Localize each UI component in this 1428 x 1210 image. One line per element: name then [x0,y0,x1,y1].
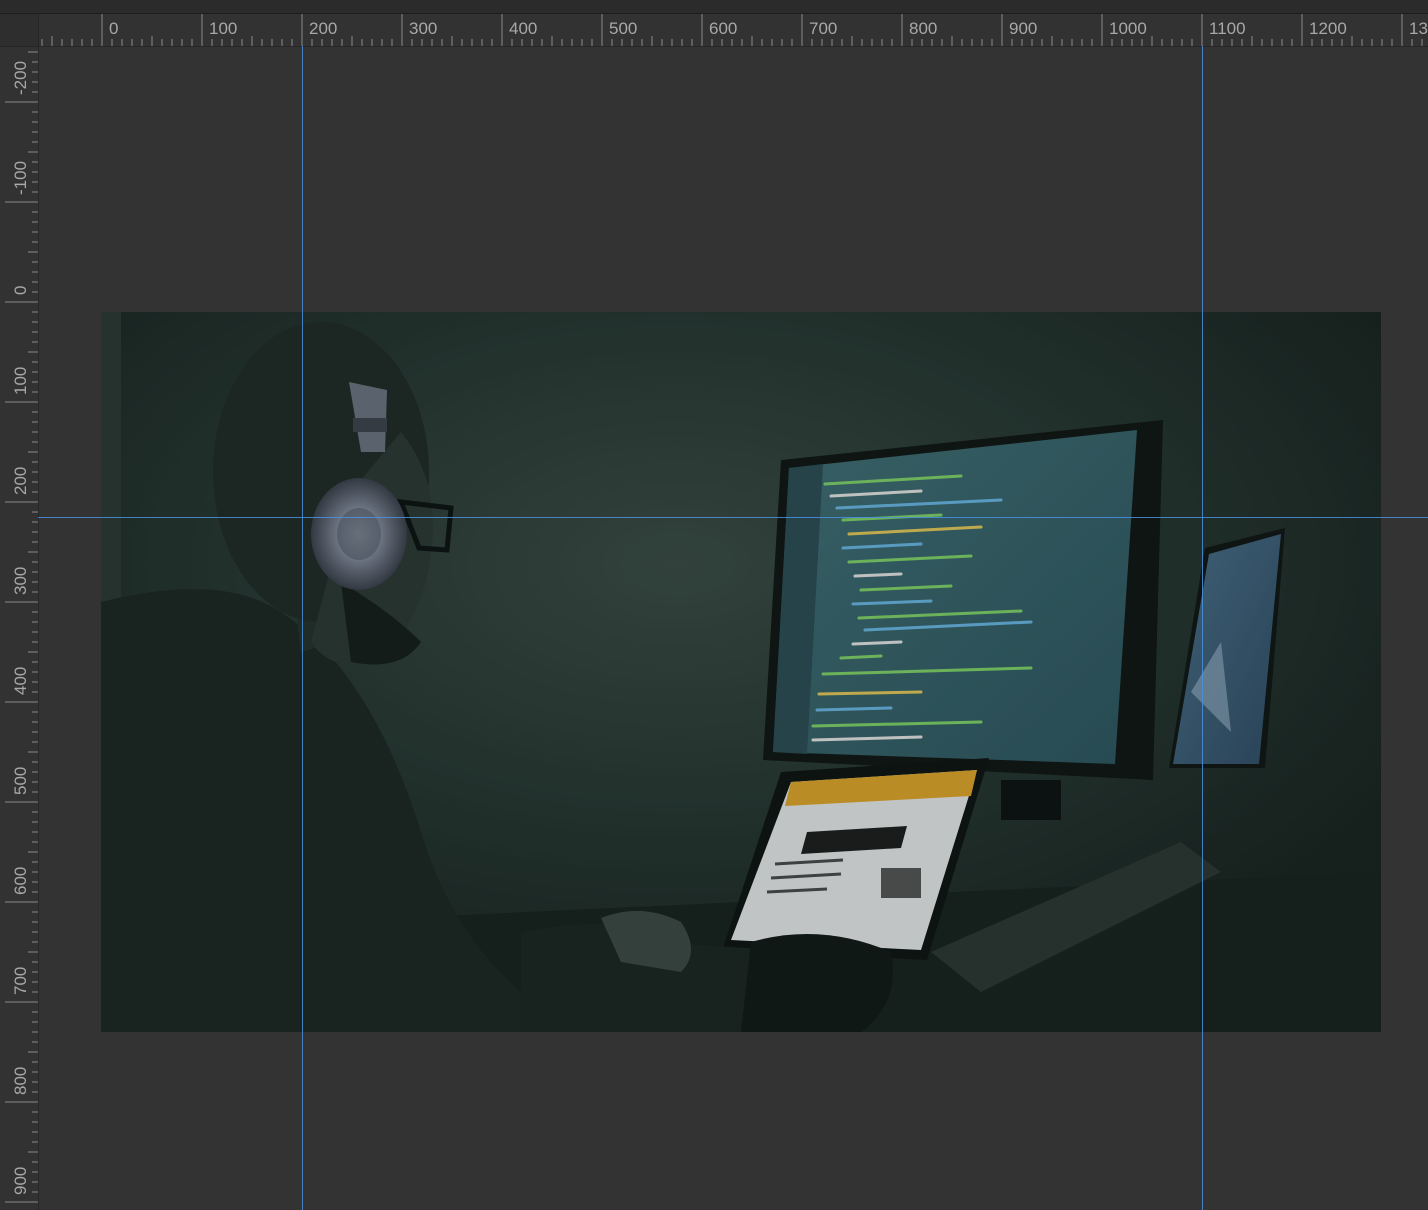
photo-image [101,312,1381,1032]
design-app-window: 0 100 200 300 400 500 600 700 800 900 1000 1100 1200… [0,0,1428,1210]
horizontal-ruler[interactable] [38,14,1428,47]
top-toolbar-strip [0,0,1428,14]
vertical-guide[interactable] [302,46,303,1210]
horizontal-guide[interactable] [38,517,1428,518]
vertical-ruler[interactable] [0,46,39,1210]
canvas-artboard-image[interactable] [101,312,1381,1032]
vertical-guide[interactable] [1202,46,1203,1210]
ruler-corner[interactable] [0,14,39,47]
